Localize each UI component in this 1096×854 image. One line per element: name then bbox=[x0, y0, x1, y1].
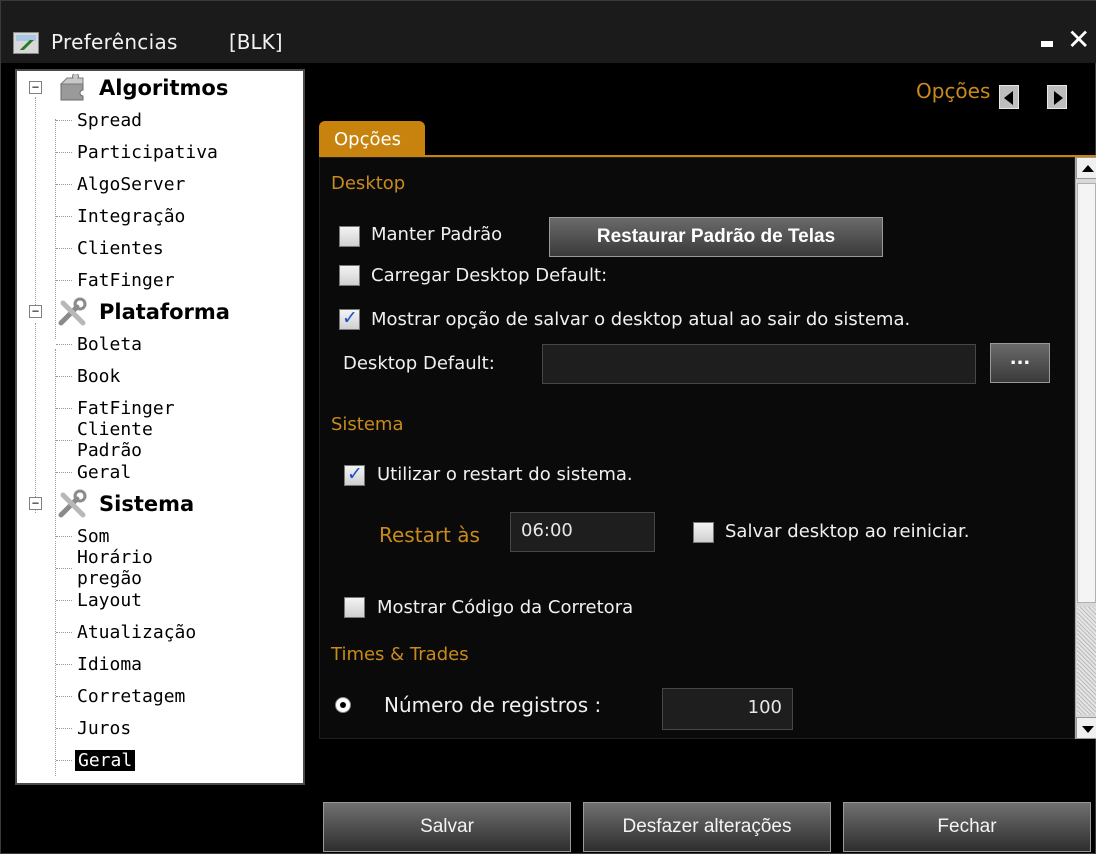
browse-button[interactable]: ... bbox=[990, 343, 1050, 383]
section-title-sistema: Sistema bbox=[331, 414, 404, 435]
section-title-times-trades: Times & Trades bbox=[331, 644, 469, 665]
collapse-icon[interactable]: − bbox=[29, 81, 42, 94]
window-title: Preferências bbox=[51, 30, 178, 54]
arrow-right-icon bbox=[1054, 91, 1063, 105]
tree-item-label: FatFinger bbox=[77, 397, 175, 419]
preferences-tree: − Algoritmos Spread Participativa AlgoSe… bbox=[15, 69, 305, 785]
previous-page-button[interactable] bbox=[999, 85, 1019, 109]
tree-item-label: Layout bbox=[77, 589, 143, 611]
preferences-window: Preferências [BLK] ✕ − Algoritmos Spread… bbox=[0, 0, 1096, 854]
close-button[interactable]: ✕ bbox=[1067, 23, 1090, 56]
mostrar-opcao-label: Mostrar opção de salvar o desktop atual … bbox=[371, 309, 911, 330]
app-chart-icon bbox=[13, 32, 39, 54]
minimize-button[interactable] bbox=[1041, 41, 1053, 47]
tree-group-label: Sistema bbox=[99, 492, 195, 516]
tree-item-label: Horário pregão bbox=[77, 547, 153, 589]
numero-registros-radio[interactable] bbox=[335, 697, 351, 713]
tree-group-plataforma[interactable]: − Plataforma bbox=[17, 297, 303, 327]
arrow-left-icon bbox=[1004, 91, 1013, 105]
window-tag: [BLK] bbox=[229, 30, 283, 54]
tree-group-sistema[interactable]: − Sistema bbox=[17, 489, 303, 519]
puzzle-icon bbox=[59, 74, 84, 101]
scroll-thumb[interactable] bbox=[1077, 183, 1096, 603]
numero-registros-label: Número de registros : bbox=[384, 693, 602, 717]
desktop-default-input[interactable] bbox=[542, 344, 976, 384]
title-bar: Preferências [BLK] ✕ bbox=[1, 1, 1096, 63]
salvar-button[interactable]: Salvar bbox=[323, 802, 571, 852]
desfazer-alteracoes-button[interactable]: Desfazer alterações bbox=[583, 802, 831, 852]
carregar-default-label: Carregar Desktop Default: bbox=[371, 265, 608, 286]
tools-icon bbox=[58, 297, 87, 326]
tree-item-label: Juros bbox=[77, 717, 132, 739]
restart-time-input[interactable]: 06:00 bbox=[510, 512, 655, 552]
utilizar-restart-checkbox[interactable] bbox=[344, 463, 365, 486]
next-page-button[interactable] bbox=[1047, 85, 1067, 109]
collapse-icon[interactable]: − bbox=[29, 497, 42, 510]
tree-group-label: Plataforma bbox=[99, 300, 230, 324]
tree-item-label: Clientes bbox=[77, 237, 164, 259]
tree-item-label: Participativa bbox=[77, 141, 218, 163]
tree-item-label: Geral bbox=[77, 461, 132, 483]
salvar-desktop-label: Salvar desktop ao reiniciar. bbox=[725, 521, 970, 542]
mostrar-codigo-label: Mostrar Código da Corretora bbox=[377, 597, 634, 618]
restart-as-label: Restart às bbox=[379, 523, 480, 547]
tree-item-label: Book bbox=[77, 365, 121, 387]
restaurar-padrao-button[interactable]: Restaurar Padrão de Telas bbox=[549, 217, 883, 257]
numero-registros-input[interactable]: 100 bbox=[662, 688, 793, 730]
manter-padrao-label: Manter Padrão bbox=[371, 224, 503, 245]
tree-item-label: Idioma bbox=[77, 653, 143, 675]
mostrar-opcao-checkbox[interactable] bbox=[339, 307, 360, 330]
manter-padrao-checkbox[interactable] bbox=[339, 226, 360, 247]
tree-item-label: Corretagem bbox=[77, 685, 186, 707]
tree-item-label: Geral bbox=[75, 749, 136, 771]
tools-icon bbox=[58, 489, 87, 518]
scroll-down-icon[interactable] bbox=[1076, 717, 1096, 739]
salvar-desktop-checkbox[interactable] bbox=[693, 522, 714, 543]
tree-item-label: Integração bbox=[77, 205, 186, 227]
fechar-button[interactable]: Fechar bbox=[843, 802, 1091, 852]
options-scrollbar[interactable] bbox=[1075, 157, 1096, 739]
mostrar-codigo-checkbox[interactable] bbox=[344, 597, 365, 618]
utilizar-restart-label: Utilizar o restart do sistema. bbox=[377, 464, 633, 485]
desktop-default-label: Desktop Default: bbox=[343, 353, 495, 374]
scroll-track[interactable] bbox=[1077, 607, 1096, 715]
section-title-desktop: Desktop bbox=[331, 173, 406, 194]
carregar-default-checkbox[interactable] bbox=[339, 265, 360, 286]
tree-group-label: Algoritmos bbox=[99, 76, 229, 100]
tree-item-label: Cliente Padrão bbox=[77, 419, 153, 461]
tree-item-label: AlgoServer bbox=[77, 173, 186, 195]
tree-item-label: FatFinger bbox=[77, 269, 175, 291]
collapse-icon[interactable]: − bbox=[29, 305, 42, 318]
tree-group-algoritmos[interactable]: − Algoritmos bbox=[17, 73, 303, 103]
tree-item-label: Boleta bbox=[77, 333, 143, 355]
tree-item-label: Spread bbox=[77, 109, 143, 131]
tab-opcoes[interactable]: Opções bbox=[319, 121, 425, 157]
tree-item-label: Atualização bbox=[77, 621, 197, 643]
opcoes-header-label: Opções bbox=[916, 79, 991, 103]
tree-item-label: Som bbox=[77, 525, 110, 547]
scroll-up-icon[interactable] bbox=[1076, 157, 1096, 179]
